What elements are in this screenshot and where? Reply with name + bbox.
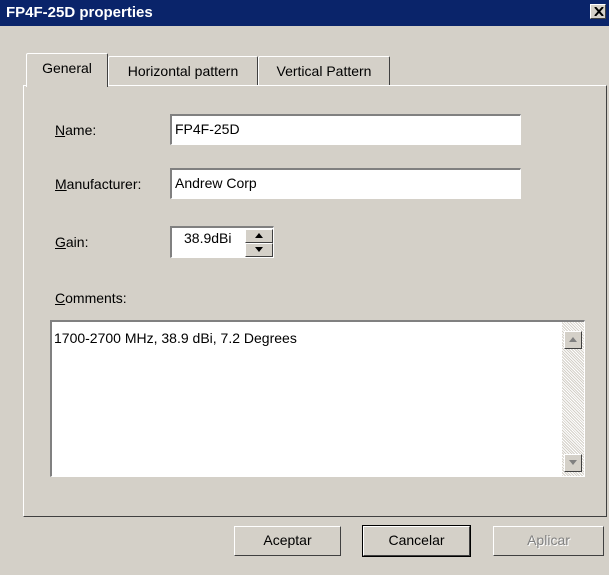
tab-general-label: General <box>42 60 92 76</box>
tab-horizontal-pattern-label: Horizontal pattern <box>127 63 239 79</box>
cancel-button[interactable]: Cancelar <box>362 525 471 557</box>
apply-button[interactable]: Aplicar <box>493 526 604 556</box>
cancel-label: Cancelar <box>388 532 445 548</box>
tab-vertical-pattern-label: Vertical Pattern <box>276 63 372 79</box>
window-title: FP4F-25D properties <box>6 4 153 21</box>
close-icon <box>594 7 604 16</box>
title-bar[interactable]: FP4F-25D properties <box>0 0 609 26</box>
close-button[interactable] <box>590 4 606 19</box>
ok-label: Aceptar <box>263 532 312 548</box>
ok-button[interactable]: Aceptar <box>234 526 341 556</box>
tab-horizontal-pattern[interactable]: Horizontal pattern <box>108 56 258 85</box>
apply-label: Aplicar <box>527 532 570 548</box>
tab-panel-general <box>23 85 607 517</box>
tab-general[interactable]: General <box>26 53 108 87</box>
tab-vertical-pattern[interactable]: Vertical Pattern <box>258 56 390 85</box>
